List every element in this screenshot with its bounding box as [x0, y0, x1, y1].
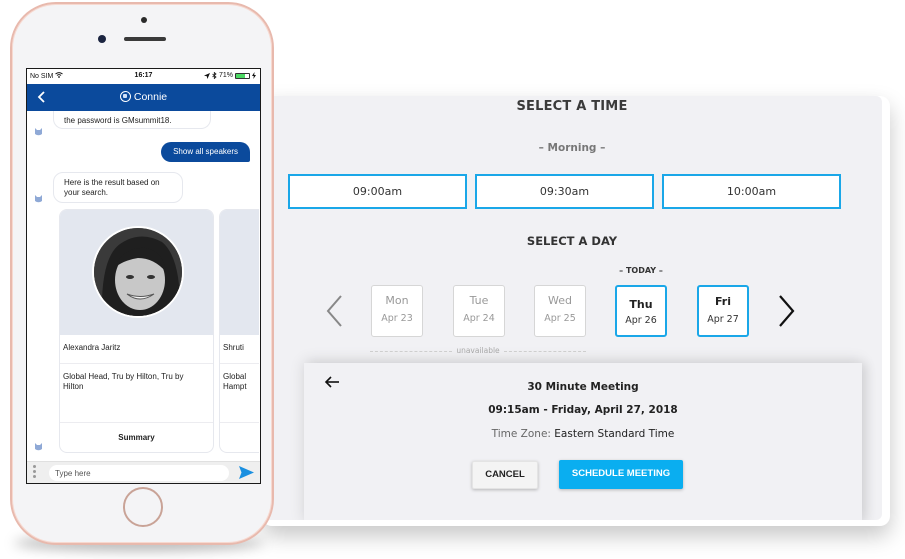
day-card-wed[interactable]: Wed Apr 25	[534, 285, 586, 337]
phone-screen: No SIM 16:17 71% Connie the password is …	[26, 68, 261, 484]
status-right: 71%	[203, 72, 256, 79]
day-name: Tue	[469, 294, 489, 307]
day-date: Apr 24	[463, 313, 495, 324]
home-button[interactable]	[123, 487, 163, 527]
location-icon	[203, 72, 210, 79]
select-time-heading: SELECT A TIME	[516, 99, 628, 114]
schedule-meeting-button[interactable]: SCHEDULE MEETING	[559, 460, 683, 489]
day-name: Thu	[629, 298, 653, 311]
divider	[60, 363, 213, 364]
day-card-fri[interactable]: Fri Apr 27	[697, 285, 749, 337]
day-date: Apr 26	[625, 315, 657, 326]
phone-frame: No SIM 16:17 71% Connie the password is …	[10, 2, 274, 545]
speaker-name: Alexandra Jaritz	[63, 343, 121, 352]
bot-message: Here is the result based on your search.	[53, 172, 183, 203]
time-slot-0900[interactable]: 09:00am	[288, 174, 467, 209]
timezone-label: Time Zone:	[491, 428, 551, 440]
period-label: – Morning –	[538, 142, 606, 154]
meeting-confirmation: 30 Minute Meeting 09:15am - Friday, Apri…	[304, 363, 862, 520]
timezone-value: Eastern Standard Time	[554, 428, 675, 440]
speaker-role: Global Hampt	[223, 372, 247, 391]
day-date: Apr 27	[707, 314, 739, 325]
proximity-sensor	[141, 17, 147, 23]
bot-icon	[35, 195, 42, 203]
message-input[interactable]	[49, 465, 229, 481]
earpiece-speaker	[124, 37, 166, 41]
speaker-photo	[94, 228, 182, 316]
bot-icon	[35, 443, 42, 451]
speaker-name: Shruti	[223, 343, 244, 352]
unavailable-range: unavailable	[370, 346, 586, 356]
time-slot-1000[interactable]: 10:00am	[662, 174, 841, 209]
battery-fill	[236, 73, 246, 78]
divider	[220, 422, 259, 423]
bluetooth-icon	[212, 72, 217, 79]
day-name: Mon	[385, 294, 409, 307]
scheduler-panel: SELECT A TIME – Morning – 09:00am 09:30a…	[262, 96, 882, 520]
prev-week-arrow-icon[interactable]	[325, 294, 345, 328]
cancel-button[interactable]: CANCEL	[472, 461, 538, 489]
status-bar: No SIM 16:17 71%	[27, 69, 260, 84]
battery-icon	[235, 72, 250, 79]
meeting-timezone: Time Zone: Eastern Standard Time	[304, 428, 862, 440]
battery-percent: 71%	[218, 72, 233, 79]
speaker-portrait	[92, 226, 184, 318]
chat-title-text: Connie	[133, 91, 168, 103]
today-label: – TODAY –	[619, 266, 663, 275]
day-name: Fri	[714, 295, 731, 308]
speaker-photo-area	[220, 210, 259, 335]
meeting-title: 30 Minute Meeting	[527, 381, 639, 393]
front-camera	[98, 35, 106, 43]
day-date: Apr 23	[381, 313, 413, 324]
divider	[504, 351, 586, 352]
chat-title: Connie	[27, 91, 260, 103]
select-day-heading: SELECT A DAY	[526, 234, 618, 248]
chat-thread[interactable]: the password is GMsummit18. Show all spe…	[27, 111, 260, 463]
day-card-mon[interactable]: Mon Apr 23	[371, 285, 423, 337]
bot-avatar-icon	[119, 91, 131, 102]
day-card-tue[interactable]: Tue Apr 24	[453, 285, 505, 337]
user-message[interactable]: Show all speakers	[161, 142, 250, 162]
divider	[60, 422, 213, 423]
chat-header: Connie	[27, 84, 260, 111]
speaker-card[interactable]: Alexandra Jaritz Global Head, Tru by Hil…	[59, 209, 214, 453]
summary-button[interactable]: Summary	[60, 433, 213, 442]
charging-icon	[252, 72, 256, 79]
speaker-photo-area	[60, 210, 213, 335]
day-date: Apr 25	[544, 313, 576, 324]
speaker-role: Global Head, Tru by Hilton, Tru by Hilto…	[63, 372, 184, 391]
day-name: Wed	[548, 294, 572, 307]
send-icon[interactable]	[239, 466, 254, 479]
divider	[220, 363, 259, 364]
message-composer	[27, 461, 260, 483]
speaker-card[interactable]: Shruti Global Hampt	[219, 209, 259, 453]
more-vertical-icon[interactable]	[33, 465, 37, 479]
meeting-datetime: 09:15am - Friday, April 27, 2018	[488, 404, 678, 416]
time-slot-0930[interactable]: 09:30am	[475, 174, 654, 209]
day-card-thu[interactable]: Thu Apr 26	[615, 285, 667, 337]
bot-icon	[35, 128, 42, 136]
bot-message: the password is GMsummit18.	[53, 111, 211, 129]
next-week-arrow-icon[interactable]	[776, 294, 796, 328]
